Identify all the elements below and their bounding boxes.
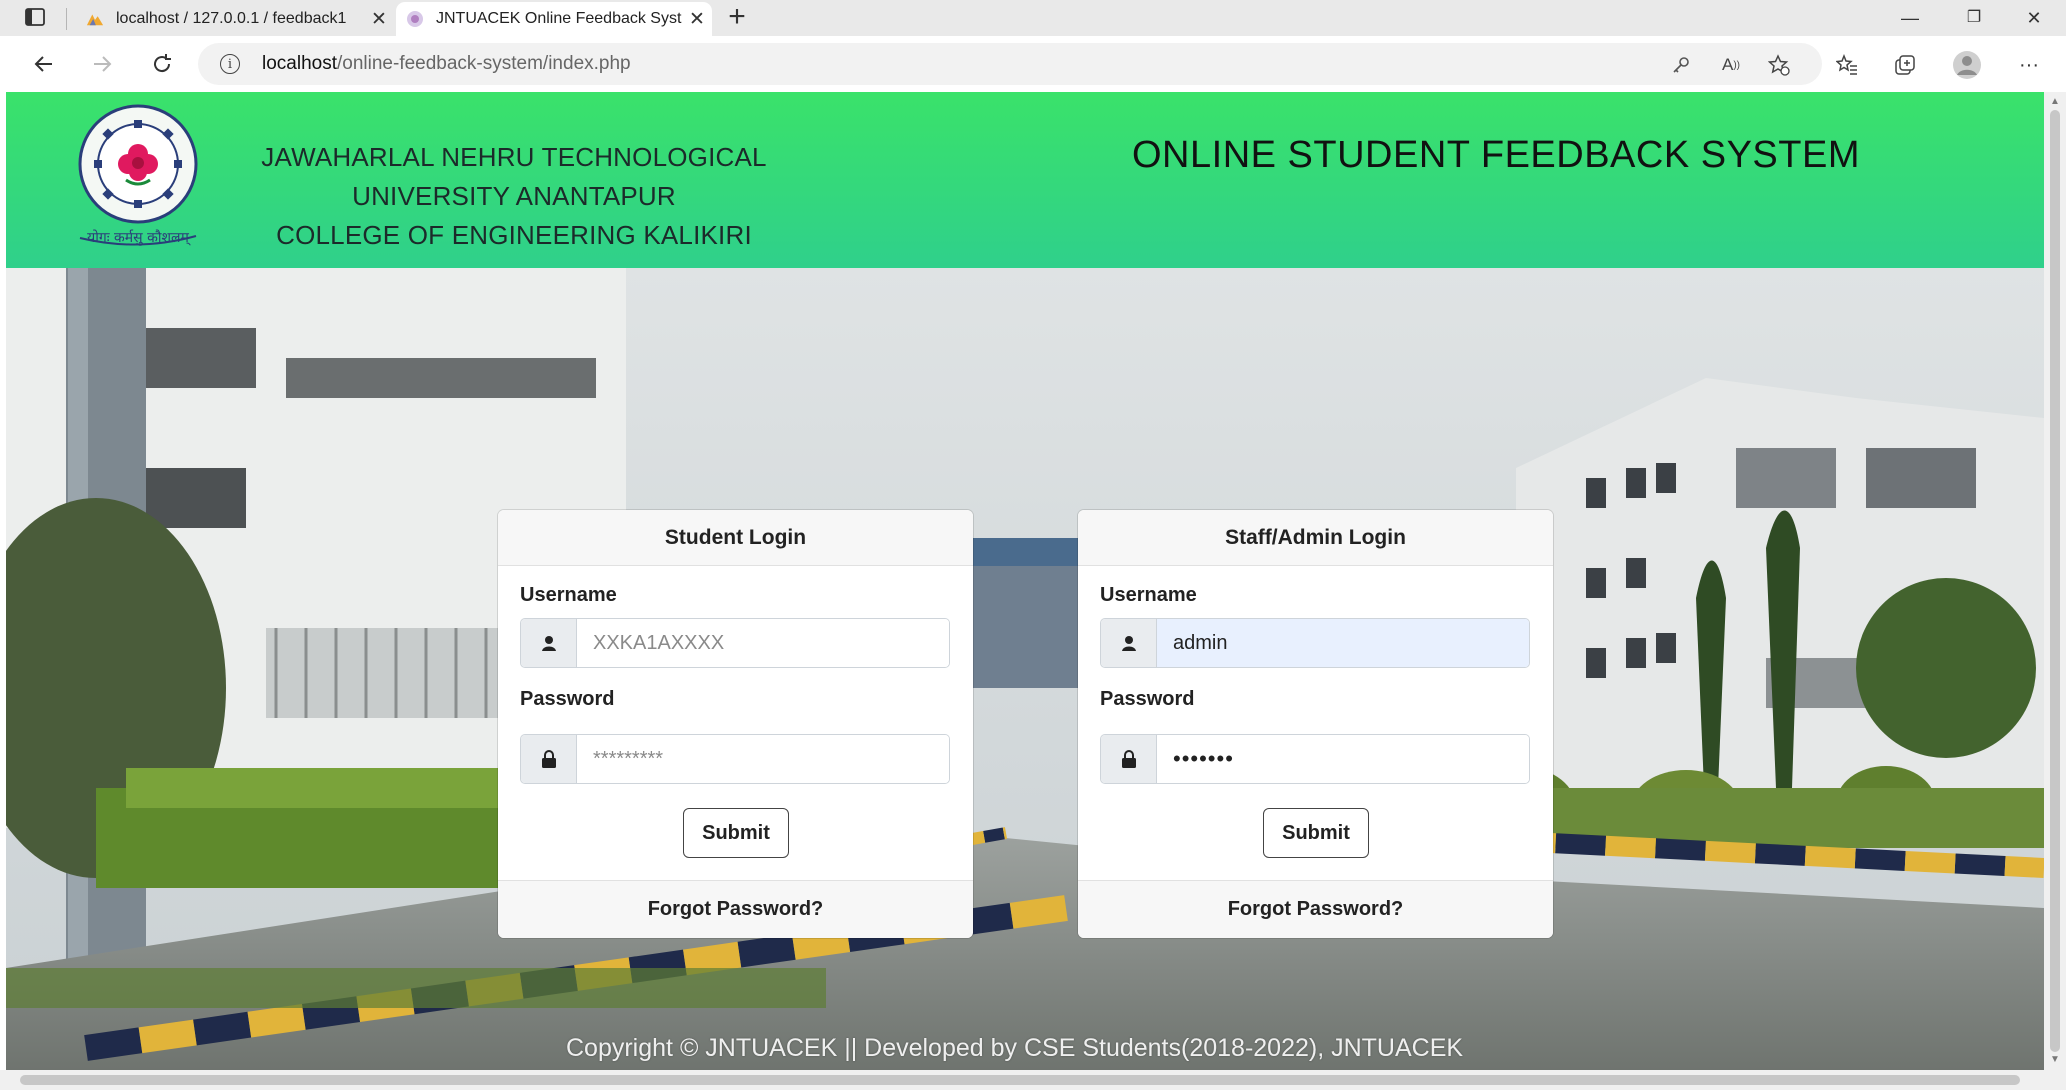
refresh-icon bbox=[154, 54, 171, 73]
vertical-scrollbar[interactable]: ▲ ▼ bbox=[2044, 92, 2066, 1070]
tab-title: JNTUACEK Online Feedback Syst bbox=[436, 10, 682, 27]
tab-phpmyadmin[interactable]: localhost / 127.0.0.1 / feedback1 ✕ bbox=[76, 2, 394, 36]
page-viewport: योगः कर्मसु कौशलम् JAWAHARLAL NEHRU TECH… bbox=[6, 92, 2044, 1070]
tab-close-icon[interactable]: ✕ bbox=[364, 8, 394, 31]
student-username-label: Username bbox=[520, 584, 617, 606]
staff-login-form: Username Password Submit bbox=[1078, 566, 1553, 880]
campus-background-image bbox=[6, 268, 2044, 1070]
student-login-form: Username Password Submit bbox=[498, 566, 973, 880]
tab-actions-icon[interactable] bbox=[24, 6, 46, 28]
university-name-line1: JAWAHARLAL NEHRU TECHNOLOGICAL UNIVERSIT… bbox=[261, 142, 767, 211]
read-aloud-icon[interactable]: A)) bbox=[1714, 48, 1748, 82]
scroll-up-icon[interactable]: ▲ bbox=[2050, 96, 2060, 107]
vertical-scroll-thumb[interactable] bbox=[2050, 110, 2060, 1052]
lock-icon bbox=[521, 735, 577, 783]
info-icon[interactable]: i bbox=[220, 54, 240, 74]
staff-username-group bbox=[1100, 618, 1530, 668]
user-icon bbox=[521, 619, 577, 667]
student-password-label: Password bbox=[520, 688, 615, 710]
profile-avatar[interactable] bbox=[1950, 48, 1984, 82]
forward-button[interactable] bbox=[86, 48, 118, 80]
add-favorite-icon[interactable] bbox=[1762, 48, 1796, 82]
url-host: localhost bbox=[262, 53, 337, 74]
staff-username-input[interactable] bbox=[1157, 619, 1529, 667]
student-username-group bbox=[520, 618, 950, 668]
student-password-input[interactable] bbox=[577, 735, 949, 783]
student-submit-button[interactable]: Submit bbox=[683, 808, 789, 858]
key-icon[interactable] bbox=[1664, 48, 1698, 82]
refresh-button[interactable] bbox=[146, 48, 178, 80]
site-header: योगः कर्मसु कौशलम् JAWAHARLAL NEHRU TECH… bbox=[6, 92, 2044, 268]
url-path: /online-feedback-system/index.php bbox=[337, 53, 631, 74]
staff-password-input[interactable] bbox=[1157, 735, 1529, 783]
staff-username-label: Username bbox=[1100, 584, 1197, 606]
student-password-group bbox=[520, 734, 950, 784]
student-login-card: Student Login Username Password Submit F… bbox=[498, 510, 973, 938]
staff-login-card: Staff/Admin Login Username Password Subm… bbox=[1078, 510, 1553, 938]
favorites-icon[interactable] bbox=[1830, 48, 1864, 82]
student-login-title: Student Login bbox=[498, 510, 973, 566]
staff-password-group bbox=[1100, 734, 1530, 784]
new-tab-button[interactable]: + bbox=[722, 0, 752, 36]
university-name: JAWAHARLAL NEHRU TECHNOLOGICAL UNIVERSIT… bbox=[230, 138, 798, 255]
lock-icon bbox=[1101, 735, 1157, 783]
horizontal-scrollbar[interactable] bbox=[0, 1070, 2066, 1090]
staff-forgot-password-link[interactable]: Forgot Password? bbox=[1078, 880, 1553, 938]
horizontal-scroll-thumb[interactable] bbox=[20, 1075, 2020, 1085]
scroll-down-icon[interactable]: ▼ bbox=[2050, 1054, 2060, 1065]
url-field[interactable]: i localhost/online-feedback-system/index… bbox=[198, 43, 1822, 85]
phpmyadmin-icon bbox=[86, 10, 104, 28]
close-window-button[interactable]: ✕ bbox=[2004, 0, 2064, 36]
collections-icon[interactable] bbox=[1888, 48, 1922, 82]
address-bar-row: i localhost/online-feedback-system/index… bbox=[0, 36, 2066, 92]
tab-close-icon[interactable]: ✕ bbox=[682, 8, 712, 31]
logo-motto: योगः कर्मसु कौशलम् bbox=[87, 229, 191, 246]
tab-separator bbox=[66, 8, 67, 30]
university-name-line2: COLLEGE OF ENGINEERING KALIKIRI bbox=[276, 220, 752, 250]
staff-submit-button[interactable]: Submit bbox=[1263, 808, 1369, 858]
student-forgot-password-link[interactable]: Forgot Password? bbox=[498, 880, 973, 938]
staff-password-label: Password bbox=[1100, 688, 1195, 710]
back-button[interactable] bbox=[28, 48, 60, 80]
university-logo: योगः कर्मसु कौशलम् bbox=[68, 102, 208, 254]
more-menu-icon[interactable]: ··· bbox=[2012, 48, 2046, 82]
browser-tab-bar: localhost / 127.0.0.1 / feedback1 ✕ JNTU… bbox=[0, 0, 2066, 36]
user-icon bbox=[1101, 619, 1157, 667]
arrow-left-icon bbox=[34, 56, 52, 72]
arrow-right-icon bbox=[94, 56, 112, 72]
tab-feedback-system[interactable]: JNTUACEK Online Feedback Syst ✕ bbox=[396, 2, 712, 36]
minimize-button[interactable]: — bbox=[1880, 0, 1940, 36]
staff-login-title: Staff/Admin Login bbox=[1078, 510, 1553, 566]
jntu-logo-icon bbox=[406, 10, 424, 28]
student-username-input[interactable] bbox=[577, 619, 949, 667]
tab-title: localhost / 127.0.0.1 / feedback1 bbox=[116, 10, 347, 27]
copyright-footer: Copyright © JNTUACEK || Developed by CSE… bbox=[566, 1034, 1464, 1062]
restore-button[interactable]: ❐ bbox=[1944, 0, 2004, 36]
system-title: ONLINE STUDENT FEEDBACK SYSTEM bbox=[1132, 134, 1860, 176]
